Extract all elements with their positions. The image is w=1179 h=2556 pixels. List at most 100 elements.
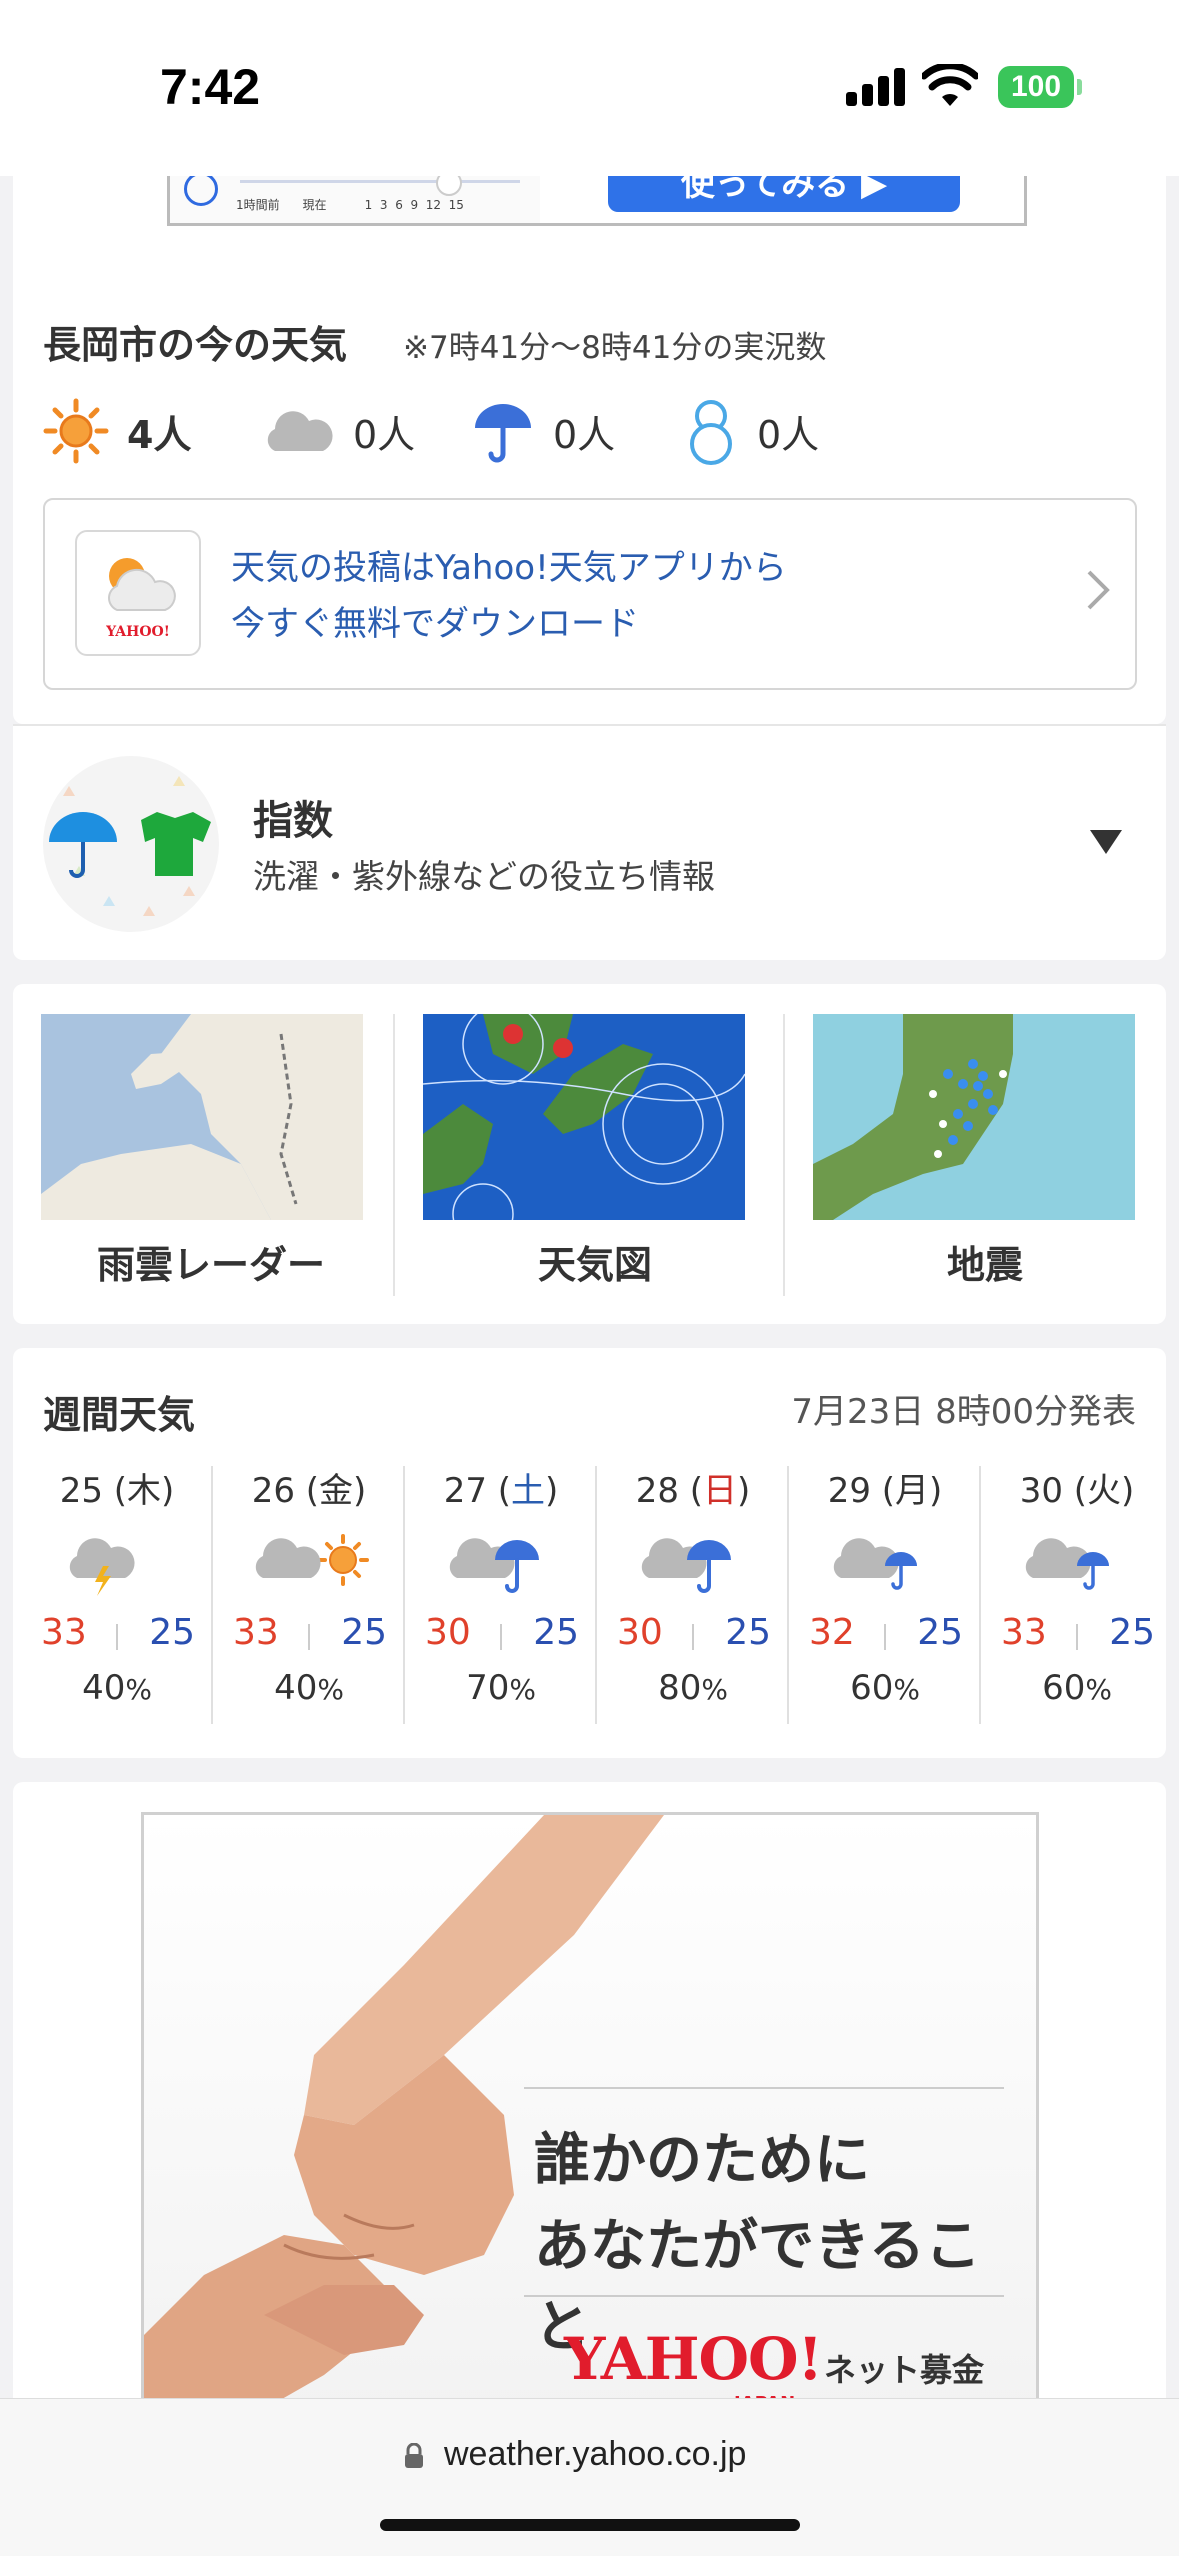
precip-value: 40 (274, 1668, 318, 1708)
count-rain: 0人 (471, 396, 615, 466)
now-weather-subtitle: ※7時41分〜8時41分の実況数 (403, 330, 827, 366)
cloud-umbrella-small-icon (789, 1516, 981, 1606)
day-close: ) (1121, 1471, 1135, 1511)
day-forecast[interactable]: 26 (金) 33 25 40% (213, 1466, 405, 1726)
divider (116, 1624, 118, 1650)
divider (524, 2087, 1004, 2089)
high-temp: 32 (809, 1612, 855, 1653)
top-ad[interactable]: 1時間前 現在 1 3 6 9 12 15 使ってみる ▶ (167, 176, 1027, 226)
day-label: 25 (木) (21, 1466, 213, 1516)
index-title: 指数 (253, 798, 333, 844)
temperatures: 33 25 (21, 1606, 213, 1662)
precip-value: 80 (658, 1668, 702, 1708)
precip-unit: % (701, 1673, 728, 1706)
high-temp: 33 (1001, 1612, 1047, 1653)
day-of-week: 木 (127, 1471, 162, 1511)
low-temp: 25 (917, 1612, 963, 1653)
wifi-icon (922, 64, 978, 106)
day-label: 29 (月) (789, 1466, 981, 1516)
yahoo-weather-app-icon: YAHOO! (75, 530, 201, 656)
donation-banner-ad[interactable]: 誰かのために あなたができること YAHOO! JAPAN ネット募金 (141, 1812, 1039, 2472)
ad-timeline: 1時間前 現在 1 3 6 9 12 15 (170, 176, 540, 223)
precip-value: 70 (466, 1668, 510, 1708)
ad-slider (240, 176, 520, 196)
day-label: 28 (日) (597, 1466, 789, 1516)
high-temp: 30 (617, 1612, 663, 1653)
day-forecast[interactable]: 28 (日) 30 25 80% (597, 1466, 789, 1726)
index-section[interactable]: 指数 洗濯・紫外線などの役立ち情報 (13, 724, 1166, 960)
precip-value: 40 (82, 1668, 126, 1708)
home-indicator (380, 2519, 800, 2531)
day-date: 28 ( (635, 1471, 704, 1511)
count-snow-value: 0人 (757, 412, 820, 457)
index-illustration (43, 756, 219, 932)
thunder-cloud-icon (21, 1516, 213, 1606)
day-close: ) (353, 1471, 367, 1511)
precip-probability: 60% (981, 1668, 1173, 1708)
temperatures: 30 25 (597, 1606, 789, 1662)
day-of-week: 火 (1087, 1471, 1122, 1511)
precip-probability: 40% (21, 1668, 213, 1708)
cloud-umbrella-icon (597, 1516, 789, 1606)
day-of-week: 月 (895, 1471, 930, 1511)
day-date: 30 ( (1019, 1471, 1088, 1511)
day-label: 27 (土) (405, 1466, 597, 1516)
weather-chart-label: 天気図 (537, 1243, 652, 1287)
safari-url-bar[interactable]: weather.yahoo.co.jp (0, 2398, 1179, 2556)
app-icon-logo: YAHOO! (105, 624, 170, 640)
day-date: 25 ( (59, 1471, 128, 1511)
battery-indicator: 100 (998, 66, 1074, 108)
low-temp: 25 (149, 1612, 195, 1653)
divider (884, 1624, 886, 1650)
day-of-week: 金 (319, 1471, 354, 1511)
app-download-banner[interactable]: YAHOO! 天気の投稿はYahoo!天気アプリから 今すぐ無料でダウンロード (43, 498, 1137, 690)
expand-arrow-icon[interactable] (1090, 830, 1122, 854)
precip-unit: % (509, 1673, 536, 1706)
divider (595, 1466, 597, 1724)
day-close: ) (929, 1471, 943, 1511)
app-icon-art: YAHOO! (105, 558, 176, 640)
day-date: 27 ( (443, 1471, 512, 1511)
low-temp: 25 (725, 1612, 771, 1653)
precip-unit: % (317, 1673, 344, 1706)
day-close: ) (737, 1471, 751, 1511)
banner-line-1: 誰かのために (534, 2127, 870, 2193)
report-counts: 4人 0人 0人 0人 (43, 396, 1143, 466)
status-time: 7:42 (160, 59, 261, 115)
high-temp: 33 (41, 1612, 87, 1653)
cloud-umbrella-icon (405, 1516, 597, 1606)
ad-try-button[interactable]: 使ってみる ▶ (608, 176, 960, 212)
low-temp: 25 (533, 1612, 579, 1653)
rain-radar-label: 雨雲レーダー (96, 1243, 325, 1287)
index-subtitle: 洗濯・紫外線などの役立ち情報 (253, 857, 715, 896)
temperatures: 30 25 (405, 1606, 597, 1662)
high-temp: 30 (425, 1612, 471, 1653)
umbrella-icon (475, 404, 531, 463)
now-weather-card: 長岡市の今の天気 ※7時41分〜8時41分の実況数 4人 0人 0人 0人 YA… (13, 286, 1166, 724)
day-forecast[interactable]: 30 (火) 33 25 60% (981, 1466, 1173, 1726)
day-of-week: 土 (511, 1471, 546, 1511)
url-text[interactable]: weather.yahoo.co.jp (444, 2435, 746, 2474)
count-sunny-value: 4人 (127, 412, 192, 457)
promo-line-2: 今すぐ無料でダウンロード (231, 604, 639, 644)
divider (308, 1624, 310, 1650)
ad-slider-knob (436, 176, 462, 196)
top-ad-strip: 1時間前 現在 1 3 6 9 12 15 使ってみる ▶ (13, 176, 1166, 286)
cloud-sun-icon (213, 1516, 405, 1606)
cellular-signal-icon (846, 68, 906, 106)
day-forecast[interactable]: 25 (木) 33 25 40% (21, 1466, 213, 1726)
day-date: 26 ( (251, 1471, 320, 1511)
precip-probability: 40% (213, 1668, 405, 1708)
divider (692, 1624, 694, 1650)
day-forecast[interactable]: 29 (月) 32 25 60% (789, 1466, 981, 1726)
lock-icon (405, 2443, 423, 2468)
count-cloudy-value: 0人 (353, 412, 416, 457)
maps-card: 雨雲レーダー 天気図 地震 (13, 984, 1166, 1324)
divider (783, 1014, 785, 1296)
cloud-icon (267, 411, 333, 451)
rain-radar-thumbnail (41, 1014, 363, 1220)
day-forecast[interactable]: 27 (土) 30 25 70% (405, 1466, 597, 1726)
weather-chart-thumbnail (423, 1014, 745, 1220)
precip-probability: 70% (405, 1668, 597, 1708)
banner-service-name: ネット募金 (824, 2351, 985, 2389)
